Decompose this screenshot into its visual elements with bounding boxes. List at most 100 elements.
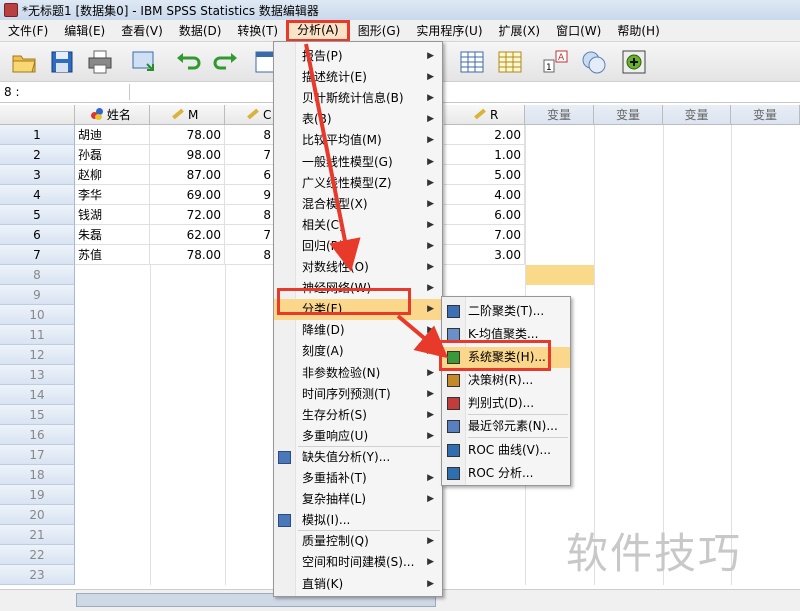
- row-number[interactable]: 19: [0, 485, 75, 505]
- classify-menu-item[interactable]: ROC 曲线(V)...: [442, 440, 570, 461]
- menu-graphs[interactable]: 图形(G): [350, 21, 409, 41]
- analyze-menu-item[interactable]: 生存分析(S) ▶: [274, 405, 442, 426]
- analyze-menu-item[interactable]: 比较平均值(M) ▶: [274, 130, 442, 151]
- analyze-menu-item[interactable]: 时间序列预测(T) ▶: [274, 384, 442, 405]
- classify-menu-item[interactable]: 判别式(D)...: [442, 393, 570, 414]
- row-number[interactable]: 5: [0, 205, 75, 225]
- cell-m[interactable]: 98.00: [150, 145, 225, 165]
- analyze-menu-item[interactable]: 一般线性模型(G) ▶: [274, 152, 442, 173]
- column-header-c[interactable]: C: [225, 105, 275, 125]
- cell-m[interactable]: 78.00: [150, 125, 225, 145]
- row-number[interactable]: 8: [0, 265, 75, 285]
- analyze-menu-item[interactable]: 贝叶斯统计信息(B) ▶: [274, 88, 442, 109]
- cell-c[interactable]: 9: [225, 185, 275, 205]
- analyze-menu-item[interactable]: 质量控制(Q) ▶: [274, 531, 442, 552]
- analyze-menu-item[interactable]: 对数线性(O) ▶: [274, 257, 442, 278]
- cell-c[interactable]: 8: [225, 245, 275, 265]
- cell-c[interactable]: 8: [225, 125, 275, 145]
- row-number[interactable]: 15: [0, 405, 75, 425]
- cell-m[interactable]: 78.00: [150, 245, 225, 265]
- row-number[interactable]: 3: [0, 165, 75, 185]
- weight-cases-icon[interactable]: [496, 48, 524, 76]
- menu-data[interactable]: 数据(D): [171, 21, 230, 41]
- cell-r[interactable]: 1.00: [444, 145, 525, 165]
- menu-view[interactable]: 查看(V): [113, 21, 171, 41]
- row-number[interactable]: 18: [0, 465, 75, 485]
- cell-c[interactable]: 6: [225, 165, 275, 185]
- cell-name[interactable]: 钱湖: [75, 205, 150, 225]
- classify-menu-item[interactable]: ROC 分析...: [442, 463, 570, 484]
- row-number[interactable]: 16: [0, 425, 75, 445]
- analyze-menu-item[interactable]: 描述统计(E) ▶: [274, 67, 442, 88]
- redo-icon[interactable]: [212, 48, 240, 76]
- undo-icon[interactable]: [174, 48, 202, 76]
- menu-transform[interactable]: 转换(T): [229, 21, 286, 41]
- analyze-menu-item[interactable]: 相关(C) ▶: [274, 215, 442, 236]
- classify-menu-item[interactable]: 最近邻元素(N)...: [442, 416, 570, 437]
- cell-r[interactable]: 4.00: [444, 185, 525, 205]
- analyze-menu-item[interactable]: 模拟(I)...: [274, 510, 442, 531]
- analyze-menu-item[interactable]: 空间和时间建模(S)... ▶: [274, 552, 442, 573]
- column-header-var[interactable]: 变量: [663, 105, 731, 125]
- analyze-menu-item[interactable]: 混合模型(X) ▶: [274, 194, 442, 215]
- row-number[interactable]: 11: [0, 325, 75, 345]
- row-number[interactable]: 14: [0, 385, 75, 405]
- add-extension-icon[interactable]: [620, 48, 648, 76]
- cell-r[interactable]: 5.00: [444, 165, 525, 185]
- analyze-menu-item[interactable]: 降维(D) ▶: [274, 320, 442, 341]
- cell-c[interactable]: 7: [225, 145, 275, 165]
- row-number[interactable]: 20: [0, 505, 75, 525]
- cell-r[interactable]: 3.00: [444, 245, 525, 265]
- cell-r[interactable]: 6.00: [444, 205, 525, 225]
- menu-window[interactable]: 窗口(W): [548, 21, 609, 41]
- analyze-menu-item[interactable]: 多重插补(T) ▶: [274, 468, 442, 489]
- open-folder-icon[interactable]: [10, 48, 38, 76]
- cell-m[interactable]: 69.00: [150, 185, 225, 205]
- analyze-menu-item[interactable]: 多重响应(U) ▶: [274, 426, 442, 447]
- row-number[interactable]: 6: [0, 225, 75, 245]
- row-number[interactable]: 10: [0, 305, 75, 325]
- print-icon[interactable]: [86, 48, 114, 76]
- column-header-var[interactable]: 变量: [525, 105, 594, 125]
- analyze-menu-item[interactable]: 复杂抽样(L) ▶: [274, 489, 442, 510]
- row-number[interactable]: 13: [0, 365, 75, 385]
- row-number[interactable]: 1: [0, 125, 75, 145]
- column-header-r[interactable]: R: [444, 105, 525, 125]
- classify-menu-item[interactable]: 二阶聚类(T)...: [442, 301, 570, 322]
- row-number[interactable]: 22: [0, 545, 75, 565]
- column-header-m[interactable]: M: [150, 105, 225, 125]
- analyze-menu-item[interactable]: 缺失值分析(Y)...: [274, 447, 442, 468]
- active-cell[interactable]: [525, 265, 594, 285]
- analyze-menu-item[interactable]: 回归(R) ▶: [274, 236, 442, 257]
- row-number[interactable]: 9: [0, 285, 75, 305]
- cell-name[interactable]: 孙磊: [75, 145, 150, 165]
- cell-name[interactable]: 赵柳: [75, 165, 150, 185]
- row-number[interactable]: 12: [0, 345, 75, 365]
- cell-name[interactable]: 苏值: [75, 245, 150, 265]
- analyze-menu-item[interactable]: 刻度(A) ▶: [274, 341, 442, 362]
- cell-r[interactable]: 7.00: [444, 225, 525, 245]
- cell-c[interactable]: 7: [225, 225, 275, 245]
- row-number[interactable]: 4: [0, 185, 75, 205]
- row-number[interactable]: 2: [0, 145, 75, 165]
- row-number[interactable]: 7: [0, 245, 75, 265]
- column-header-name[interactable]: 姓名: [75, 105, 150, 125]
- menu-utilities[interactable]: 实用程序(U): [408, 21, 490, 41]
- row-number[interactable]: 23: [0, 565, 75, 585]
- cell-name[interactable]: 胡迪: [75, 125, 150, 145]
- row-number[interactable]: 17: [0, 445, 75, 465]
- cell-m[interactable]: 72.00: [150, 205, 225, 225]
- cell-c[interactable]: 8: [225, 205, 275, 225]
- cell-m[interactable]: 87.00: [150, 165, 225, 185]
- classify-menu-item[interactable]: 决策树(R)...: [442, 370, 570, 391]
- analyze-menu-item[interactable]: 广义线性模型(Z) ▶: [274, 173, 442, 194]
- menu-file[interactable]: 文件(F): [0, 21, 56, 41]
- cell-r[interactable]: 2.00: [444, 125, 525, 145]
- save-icon[interactable]: [48, 48, 76, 76]
- menu-extensions[interactable]: 扩展(X): [491, 21, 549, 41]
- recall-dialog-icon[interactable]: [130, 48, 158, 76]
- cell-name[interactable]: 李华: [75, 185, 150, 205]
- column-header-var[interactable]: 变量: [594, 105, 663, 125]
- menu-help[interactable]: 帮助(H): [609, 21, 667, 41]
- analyze-menu-item[interactable]: 表(B) ▶: [274, 109, 442, 130]
